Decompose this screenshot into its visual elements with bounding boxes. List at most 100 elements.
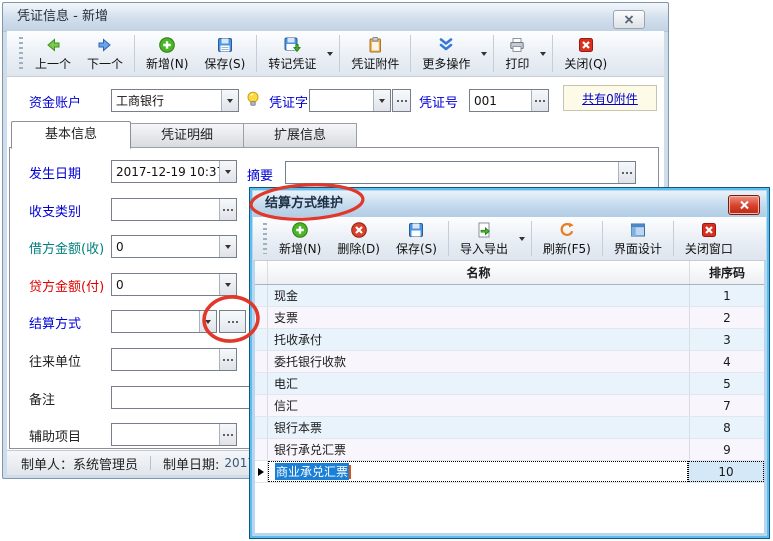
- toolbar-separator: [493, 35, 494, 72]
- date-combobox[interactable]: 2017-12-19 10:37: [111, 160, 237, 183]
- arrow-left-icon: [44, 36, 62, 54]
- transfer-voucher-button[interactable]: 转记凭证: [260, 31, 324, 76]
- arrow-right-icon: [96, 36, 114, 54]
- date-label: 发生日期: [29, 163, 81, 182]
- chevron-down-icon[interactable]: [373, 90, 390, 111]
- toolbar-separator: [531, 221, 532, 256]
- more-actions-button[interactable]: 更多操作: [414, 31, 478, 76]
- doc-date-label: 制单日期:: [163, 454, 219, 473]
- voucher-attachment-button[interactable]: 凭证附件: [343, 31, 407, 76]
- account-combobox[interactable]: 工商银行: [111, 89, 239, 112]
- previous-button[interactable]: 上一个: [27, 31, 79, 76]
- table-row[interactable]: 托收承付 3: [255, 329, 764, 351]
- ui-design-button[interactable]: 界面设计: [606, 217, 670, 260]
- toolbar-grip: [19, 37, 23, 70]
- aux-input[interactable]: [111, 423, 237, 446]
- table-row[interactable]: 现金 1: [255, 285, 764, 307]
- toolbar-separator: [134, 35, 135, 72]
- import-export-dropdown[interactable]: [516, 217, 528, 260]
- close-x-icon: [739, 200, 750, 210]
- debit-label: 借方金额(收): [29, 238, 104, 257]
- header-gutter: [255, 261, 268, 284]
- browse-dots-icon[interactable]: [618, 162, 635, 183]
- tab-basic-info[interactable]: 基本信息: [11, 121, 131, 149]
- editing-cell[interactable]: 商业承兑汇票: [268, 461, 688, 482]
- close-window-button[interactable]: 关闭窗口: [677, 217, 741, 260]
- table-row-selected[interactable]: 商业承兑汇票 10: [255, 461, 764, 483]
- more-actions-dropdown[interactable]: [478, 31, 490, 76]
- dialog-delete-button[interactable]: 删除(D): [329, 217, 388, 260]
- next-button[interactable]: 下一个: [79, 31, 131, 76]
- voucher-word-browse-button[interactable]: [392, 89, 411, 112]
- category-label: 收支类别: [29, 201, 81, 220]
- aux-label: 辅助项目: [29, 426, 81, 445]
- chevron-down-icon[interactable]: [221, 90, 238, 111]
- transfer-voucher-icon: [283, 36, 301, 54]
- table-row[interactable]: 委托银行收款 4: [255, 351, 764, 373]
- voucher-word-combobox[interactable]: [309, 89, 391, 112]
- save-button[interactable]: 保存(S): [196, 31, 253, 76]
- column-sortcode[interactable]: 排序码: [689, 261, 764, 284]
- table-row[interactable]: 银行本票 8: [255, 417, 764, 439]
- browse-dots-icon[interactable]: [531, 90, 548, 111]
- save-icon: [216, 36, 234, 54]
- print-dropdown[interactable]: [537, 31, 549, 76]
- voucher-no-input[interactable]: 001: [469, 89, 549, 112]
- toolbar-separator: [339, 35, 340, 72]
- print-button[interactable]: 打印: [497, 31, 537, 76]
- tab-extended-info[interactable]: 扩展信息: [244, 123, 357, 148]
- import-export-icon: [475, 221, 493, 239]
- table-row[interactable]: 银行承兑汇票 9: [255, 439, 764, 461]
- transfer-voucher-dropdown[interactable]: [324, 31, 336, 76]
- browse-dots-icon[interactable]: [219, 349, 236, 370]
- toolbar-separator: [448, 221, 449, 256]
- settlement-combobox[interactable]: [111, 310, 217, 333]
- browse-dots-icon[interactable]: [219, 424, 236, 445]
- ui-design-icon: [629, 221, 647, 239]
- tab-voucher-detail[interactable]: 凭证明细: [131, 123, 244, 148]
- credit-combobox[interactable]: 0: [111, 273, 237, 296]
- summary-input[interactable]: [285, 161, 636, 184]
- voucher-window-title: 凭证信息 - 新增: [17, 3, 108, 31]
- category-input[interactable]: [111, 198, 237, 221]
- settlement-label: 结算方式: [29, 313, 81, 332]
- column-name[interactable]: 名称: [268, 261, 689, 284]
- close-button[interactable]: 关闭(Q): [556, 31, 615, 76]
- settlement-close-button[interactable]: [728, 195, 760, 215]
- toolbar-separator: [602, 221, 603, 256]
- window-close-button[interactable]: [613, 10, 645, 29]
- import-export-button[interactable]: 导入导出: [452, 217, 516, 260]
- text-cursor: [349, 465, 351, 479]
- chevron-down-icon[interactable]: [199, 311, 216, 332]
- attachment-link[interactable]: 共有0附件: [582, 90, 638, 107]
- voucher-word-label: 凭证字: [269, 92, 308, 111]
- chevron-down-icon[interactable]: [219, 161, 236, 182]
- credit-label: 贷方金额(付): [29, 276, 104, 295]
- chevron-down-icon[interactable]: [219, 236, 236, 257]
- add-icon: [158, 36, 176, 54]
- selected-text: 商业承兑汇票: [275, 463, 349, 480]
- dialog-add-button[interactable]: 新增(N): [271, 217, 329, 260]
- toolbar-separator: [256, 35, 257, 72]
- dialog-save-button[interactable]: 保存(S): [388, 217, 445, 260]
- table-row[interactable]: 电汇 5: [255, 373, 764, 395]
- party-label: 往来单位: [29, 351, 81, 370]
- party-input[interactable]: [111, 348, 237, 371]
- settlement-titlebar[interactable]: 结算方式维护: [253, 191, 766, 217]
- table-row[interactable]: 信汇 7: [255, 395, 764, 417]
- toolbar-grip: [263, 223, 267, 254]
- browse-dots-icon[interactable]: [219, 199, 236, 220]
- close-icon: [577, 36, 595, 54]
- save-icon: [407, 221, 425, 239]
- voucher-titlebar[interactable]: 凭证信息 - 新增: [3, 3, 668, 32]
- add-button[interactable]: 新增(N): [138, 31, 196, 76]
- lightbulb-icon[interactable]: [244, 90, 262, 108]
- refresh-button[interactable]: 刷新(F5): [535, 217, 599, 260]
- chevron-down-icon[interactable]: [219, 274, 236, 295]
- creator-label: 制单人：: [21, 454, 73, 473]
- creator-value: 系统管理员: [73, 454, 138, 473]
- close-window-icon: [700, 221, 718, 239]
- table-row[interactable]: 支票 2: [255, 307, 764, 329]
- debit-combobox[interactable]: 0: [111, 235, 237, 258]
- settlement-browse-button[interactable]: [219, 310, 246, 333]
